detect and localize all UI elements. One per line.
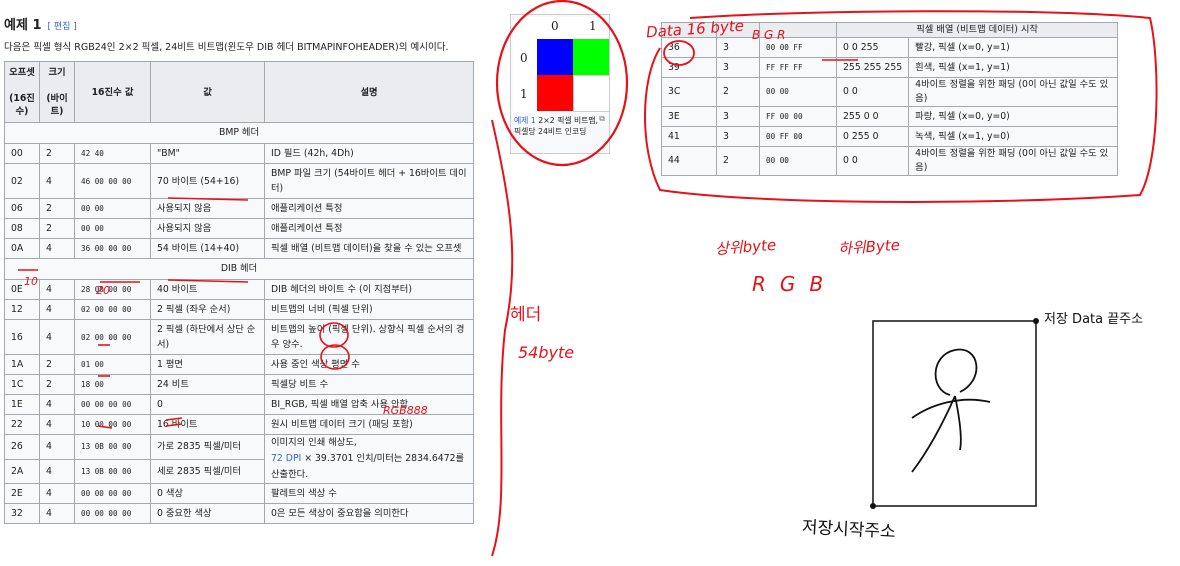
annot-bgr: B G R	[752, 28, 786, 42]
annotation-drawing	[18, 0, 1158, 557]
annot-20: 20	[96, 284, 110, 297]
annot-save-end: 저장 Data 끝주소	[1044, 312, 1144, 327]
annot-10: 10	[24, 275, 38, 288]
annot-save-start: 저장시작주소	[801, 517, 897, 543]
annot-lower-byte: 하위Byte	[837, 235, 901, 259]
annot-54byte: 54byte	[518, 343, 575, 362]
annot-rgb: RGB	[752, 272, 838, 296]
annot-upper-byte: 상위byte	[714, 235, 777, 259]
annot-rgb888: RGB888	[383, 404, 428, 417]
annot-header: 헤더	[510, 305, 542, 325]
